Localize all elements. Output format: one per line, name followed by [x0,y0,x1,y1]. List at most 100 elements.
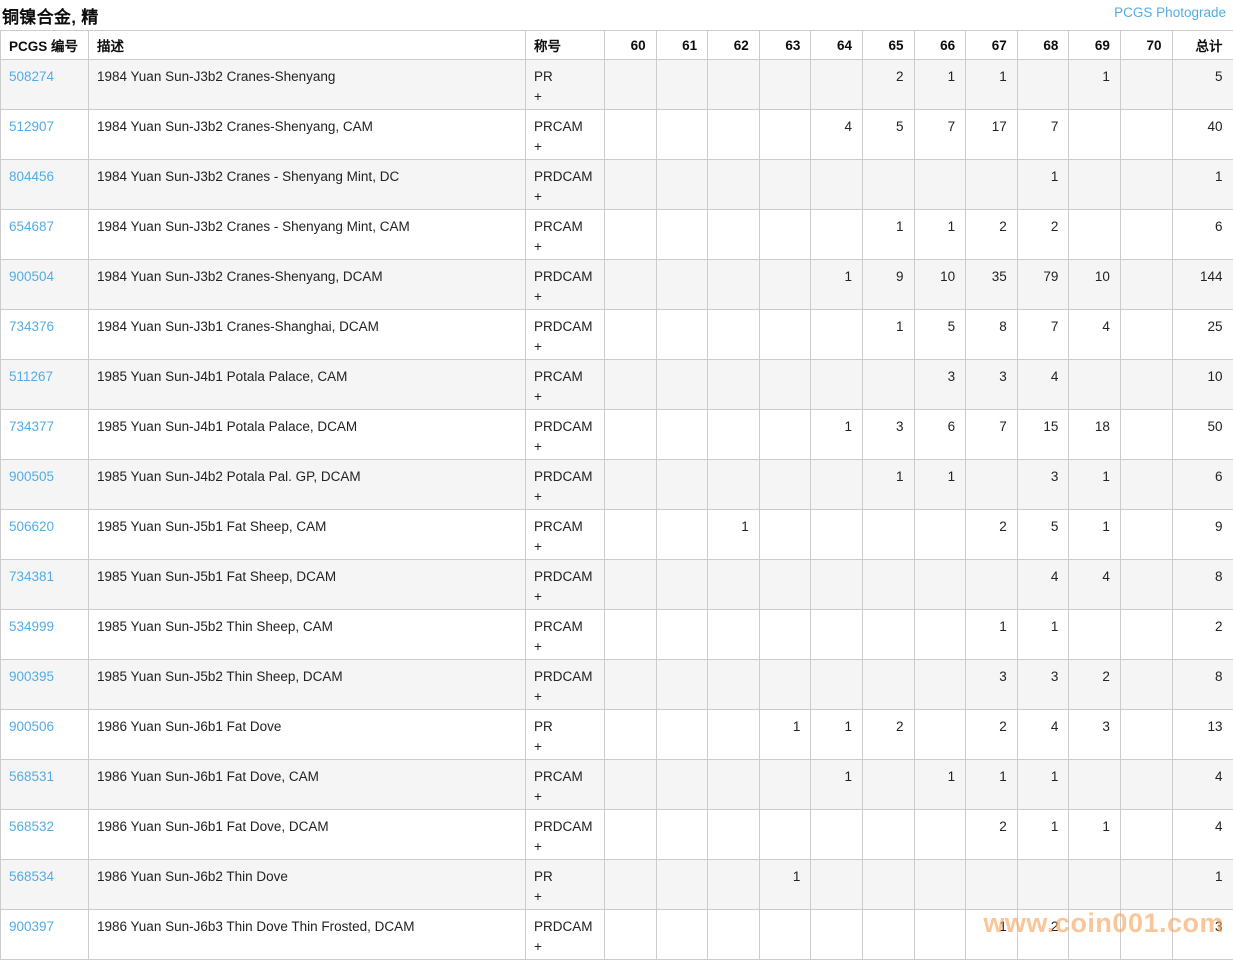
table-row: 734377 1985 Yuan Sun-J4b1 Potala Palace, … [1,410,1233,460]
grade-count-cell [708,610,760,660]
pcgs-number-link[interactable]: 568532 [9,819,54,834]
pcgs-number-link[interactable]: 534999 [9,619,54,634]
total-count-cell: 40 [1172,110,1233,160]
pcgs-number-link[interactable]: 900504 [9,269,54,284]
pcgs-number-link[interactable]: 900395 [9,669,54,684]
pcgs-number-link[interactable]: 511267 [9,369,53,384]
column-header-grade-69: 69 [1069,31,1121,60]
grade-count-cell [1120,160,1172,210]
grade-count-cell [759,760,811,810]
grade-count-cell [1120,360,1172,410]
column-header-grade-60: 60 [605,31,657,60]
grade-count-cell [914,160,966,210]
pcgs-number-link[interactable]: 734376 [9,319,54,334]
column-header-grade-61: 61 [656,31,708,60]
grade-count-cell: 4 [1017,360,1069,410]
pcgs-number-link[interactable]: 654687 [9,219,54,234]
total-count-cell: 6 [1172,210,1233,260]
grade-count-cell [708,760,760,810]
grade-count-cell [811,660,863,710]
designation-cell: PRDCAM+ [526,460,605,510]
pcgs-photograde-link[interactable]: PCGS Photograde [1114,5,1226,20]
designation-label: PRCAM [534,519,594,534]
total-count-cell: 144 [1172,260,1233,310]
grade-count-cell: 6 [914,410,966,460]
grade-count-cell [862,860,914,910]
column-header-description: 描述 [89,31,526,60]
grade-count-cell: 3 [1017,460,1069,510]
total-count-cell: 25 [1172,310,1233,360]
designation-cell: PRCAM+ [526,510,605,560]
grade-count-cell: 1 [759,860,811,910]
designation-label: PRCAM [534,219,594,234]
pcgs-number-link[interactable]: 568534 [9,869,54,884]
table-row: 7343811985 Yuan Sun-J5b1 Fat Sheep, DCAM… [1,560,1233,610]
grade-count-cell: 1 [1069,60,1121,110]
grade-count-cell [811,610,863,660]
grade-count-cell [708,310,760,360]
grade-count-cell [1120,760,1172,810]
column-header-pcgs-id: PCGS 编号 [1,31,89,60]
column-header-total: 总计 [1172,31,1233,60]
grade-count-cell [708,860,760,910]
designation-cell: PRDCAM+ [526,410,605,460]
designation-cell: PRDCAM+ [526,660,605,710]
grade-count-cell [1069,210,1121,260]
grade-count-cell: 5 [914,310,966,360]
pcgs-number-cell: 654687 [1,210,89,260]
designation-plus: + [534,389,594,404]
grade-count-cell [966,460,1018,510]
grade-count-cell [708,660,760,710]
grade-count-cell [759,560,811,610]
coin-description: 1984 Yuan Sun-J3b2 Cranes-Shenyang [89,60,526,110]
grade-count-cell [914,510,966,560]
coin-description: 1984 Yuan Sun-J3b2 Cranes-Shenyang, DCAM [89,260,526,310]
grade-count-cell [656,60,708,110]
grade-count-cell [708,160,760,210]
grade-count-cell [811,860,863,910]
grade-count-cell [656,360,708,410]
grade-count-cell [1069,610,1121,660]
grade-count-cell: 1 [914,210,966,260]
grade-count-cell: 4 [1069,310,1121,360]
grade-count-cell: 18 [1069,410,1121,460]
pcgs-number-link[interactable]: 734377 [9,419,54,434]
grade-count-cell [759,460,811,510]
grade-count-cell [656,410,708,460]
designation-plus: + [534,839,594,854]
grade-count-cell [1120,210,1172,260]
designation-label: PRDCAM [534,169,594,184]
designation-cell: PRCAM+ [526,610,605,660]
designation-cell: PR+ [526,860,605,910]
table-row: 5112671985 Yuan Sun-J4b1 Potala Palace, … [1,360,1233,410]
grade-count-cell: 2 [1017,910,1069,960]
pcgs-number-link[interactable]: 506620 [9,519,54,534]
grade-count-cell [605,160,657,210]
grade-count-cell [811,910,863,960]
grade-count-cell [966,560,1018,610]
designation-plus: + [534,439,594,454]
grade-count-cell [656,160,708,210]
pcgs-number-link[interactable]: 900506 [9,719,54,734]
designation-plus: + [534,889,594,904]
pcgs-number-link[interactable]: 734381 [9,569,54,584]
column-header-grade-66: 66 [914,31,966,60]
pcgs-number-link[interactable]: 512907 [9,119,54,134]
grade-count-cell [1120,560,1172,610]
pcgs-number-cell: 512907 [1,110,89,160]
grade-count-cell [605,910,657,960]
pcgs-number-link[interactable]: 508274 [9,69,54,84]
grade-count-cell [759,310,811,360]
grade-count-cell: 4 [1069,560,1121,610]
pcgs-number-link[interactable]: 568531 [9,769,54,784]
grade-count-cell [759,660,811,710]
table-row: 5685321986 Yuan Sun-J6b1 Fat Dove, DCAMP… [1,810,1233,860]
pcgs-number-link[interactable]: 900397 [9,919,54,934]
coin-description: 1985 Yuan Sun-J5b2 Thin Sheep, CAM [89,610,526,660]
pcgs-number-link[interactable]: 804456 [9,169,54,184]
table-row: 5685311986 Yuan Sun-J6b1 Fat Dove, CAMPR… [1,760,1233,810]
grade-count-cell: 2 [862,60,914,110]
coin-description: 1985 Yuan Sun-J4b1 Potala Palace, DCAM [89,410,526,460]
pcgs-number-link[interactable]: 900505 [9,469,54,484]
grade-count-cell [605,110,657,160]
